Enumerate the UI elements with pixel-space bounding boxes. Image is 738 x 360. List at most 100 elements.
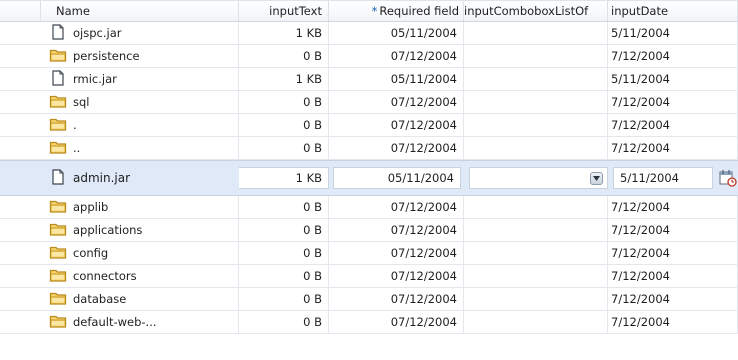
inputtext-cell[interactable]: 0 B [239,219,329,241]
required-date-cell[interactable]: 07/12/2004 [329,137,464,159]
required-date-cell[interactable]: 05/11/2004 [329,22,464,44]
required-date-value: 05/11/2004 [390,72,457,86]
table-row[interactable]: applib 0 B 07/12/2004 7/12/2004 [0,196,738,219]
inputtext-value: 1 KB [295,72,322,86]
required-date-field[interactable]: 05/11/2004 [333,167,461,189]
table-row[interactable]: connectors 0 B 07/12/2004 7/12/2004 [0,265,738,288]
required-date-cell[interactable]: 07/12/2004 [329,242,464,264]
name-cell[interactable]: config [41,242,239,264]
required-date-cell[interactable]: 05/11/2004 [329,68,464,90]
name-cell[interactable]: applib [41,196,239,218]
combobox-cell[interactable] [464,91,608,113]
name-cell[interactable]: applications [41,219,239,241]
combobox-cell[interactable] [464,196,608,218]
inputtext-value: 0 B [303,315,322,329]
inputtext-cell[interactable]: 1 KB [239,22,329,44]
inputtext-cell[interactable]: 0 B [239,114,329,136]
required-date-value: 07/12/2004 [390,95,457,109]
combobox-cell[interactable] [464,22,608,44]
inputdate-cell[interactable]: 7/12/2004 [608,91,738,113]
required-date-cell[interactable]: 07/12/2004 [329,265,464,287]
required-date-cell[interactable]: 07/12/2004 [329,219,464,241]
row-gutter [0,68,41,90]
column-header-required-field[interactable]: * Required field [329,1,464,21]
inputtext-cell[interactable]: 0 B [239,45,329,67]
required-date-cell[interactable]: 07/12/2004 [329,288,464,310]
inputdate-field[interactable]: 5/11/2004 [613,167,713,189]
combobox-cell[interactable] [464,219,608,241]
combobox-cell[interactable] [464,242,608,264]
row-gutter [0,196,41,218]
name-cell[interactable]: rmic.jar [41,68,239,90]
name-cell[interactable]: sql [41,91,239,113]
inputdate-cell[interactable]: 7/12/2004 [608,288,738,310]
combobox-cell[interactable] [464,114,608,136]
required-marker: * [371,4,378,18]
inputdate-value: 7/12/2004 [611,292,670,306]
inputtext-field[interactable]: 1 KB [239,167,329,189]
column-header-inputtext[interactable]: inputText [239,1,329,21]
inputtext-value: 0 B [303,223,322,237]
chevron-down-icon[interactable] [590,171,603,185]
inputdate-value: 7/12/2004 [611,95,670,109]
table-row[interactable]: persistence 0 B 07/12/2004 7/12/2004 [0,45,738,68]
column-header-name[interactable]: Name [41,1,239,21]
inputtext-cell[interactable]: 0 B [239,196,329,218]
required-date-cell[interactable]: 07/12/2004 [329,114,464,136]
combobox-cell[interactable] [464,288,608,310]
table-row[interactable]: applications 0 B 07/12/2004 7/12/2004 [0,219,738,242]
inputdate-cell[interactable]: 7/12/2004 [608,45,738,67]
inputtext-cell[interactable]: 0 B [239,91,329,113]
required-date-cell[interactable]: 07/12/2004 [329,196,464,218]
inputdate-value: 7/12/2004 [611,315,670,329]
name-cell[interactable]: connectors [41,265,239,287]
inputdate-cell[interactable]: 7/12/2004 [608,219,738,241]
inputtext-cell[interactable]: 0 B [239,242,329,264]
required-date-value: 07/12/2004 [390,200,457,214]
inputdate-cell[interactable]: 7/12/2004 [608,242,738,264]
inputdate-cell[interactable]: 5/11/2004 [608,68,738,90]
name-cell[interactable]: persistence [41,45,239,67]
name-cell[interactable]: . [41,114,239,136]
table-row[interactable]: config 0 B 07/12/2004 7/12/2004 [0,242,738,265]
table-row[interactable]: default-web-... 0 B 07/12/2004 7/12/2004 [0,311,738,334]
table-row[interactable]: . 0 B 07/12/2004 7/12/2004 [0,114,738,137]
table-row[interactable]: rmic.jar 1 KB 05/11/2004 5/11/2004 [0,68,738,91]
inputtext-cell[interactable]: 0 B [239,137,329,159]
combobox-cell[interactable] [464,68,608,90]
inputdate-cell[interactable]: 7/12/2004 [608,114,738,136]
required-date-cell[interactable]: 07/12/2004 [329,91,464,113]
inputtext-cell[interactable]: 1 KB [239,68,329,90]
name-cell[interactable]: ojspc.jar [41,22,239,44]
combobox-cell[interactable] [464,137,608,159]
inputtext-value: 0 B [303,49,322,63]
inputdate-cell[interactable]: 7/12/2004 [608,311,738,333]
combobox-cell[interactable] [464,45,608,67]
column-header-combobox-label: inputComboboxListOf [464,4,589,18]
inputtext-cell[interactable]: 0 B [239,288,329,310]
column-header-inputdate[interactable]: inputDate [608,1,738,21]
inputdate-cell[interactable]: 5/11/2004 [608,22,738,44]
table-row-selected[interactable]: admin.jar 1 KB 05/11/2004 5/11/2004 [0,160,738,196]
table-row[interactable]: sql 0 B 07/12/2004 7/12/2004 [0,91,738,114]
inputdate-cell[interactable]: 7/12/2004 [608,196,738,218]
required-date-cell[interactable]: 07/12/2004 [329,45,464,67]
name-cell[interactable]: .. [41,137,239,159]
table-row[interactable]: .. 0 B 07/12/2004 7/12/2004 [0,137,738,160]
table-row[interactable]: ojspc.jar 1 KB 05/11/2004 5/11/2004 [0,22,738,45]
combobox-cell[interactable] [464,311,608,333]
name-cell[interactable]: database [41,288,239,310]
inputdate-cell[interactable]: 7/12/2004 [608,265,738,287]
table-row[interactable]: database 0 B 07/12/2004 7/12/2004 [0,288,738,311]
name-cell[interactable]: admin.jar [41,161,239,195]
calendar-icon[interactable] [719,168,737,188]
column-header-combobox[interactable]: inputComboboxListOf [464,1,608,21]
inputdate-cell[interactable]: 7/12/2004 [608,137,738,159]
inputtext-cell[interactable]: 0 B [239,265,329,287]
inputdate-value: 5/11/2004 [620,171,679,185]
inputtext-cell[interactable]: 0 B [239,311,329,333]
name-cell[interactable]: default-web-... [41,311,239,333]
combobox-field[interactable] [469,167,608,189]
combobox-cell[interactable] [464,265,608,287]
required-date-cell[interactable]: 07/12/2004 [329,311,464,333]
